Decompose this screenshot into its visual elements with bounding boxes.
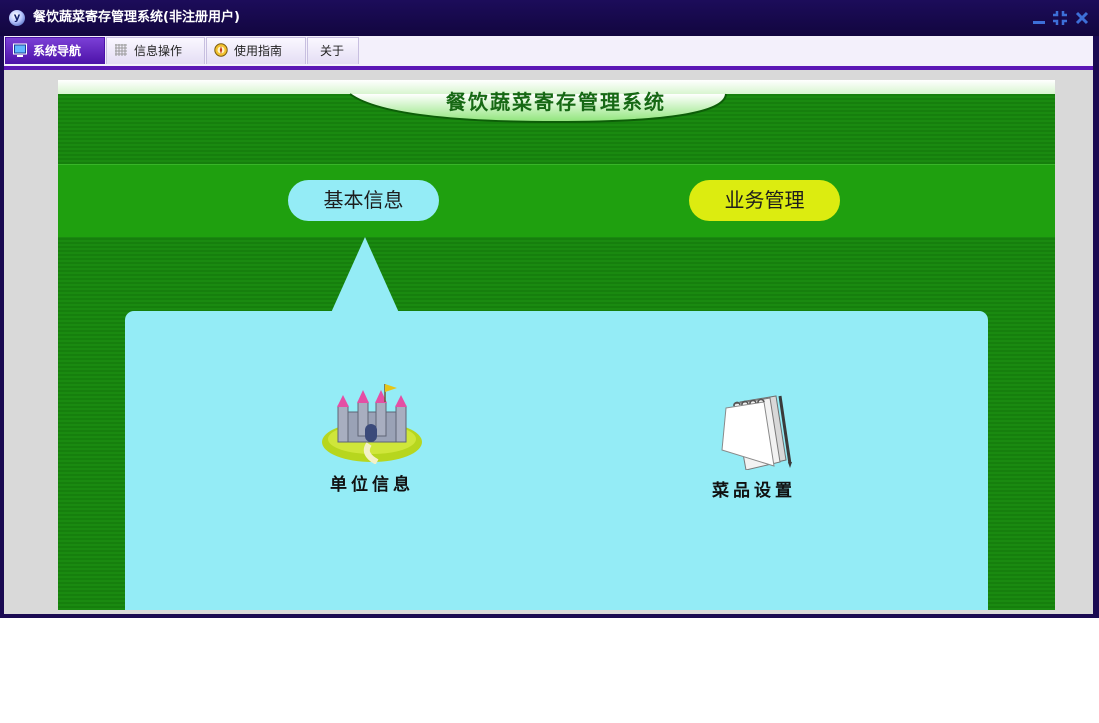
tab-label: 系统导航: [33, 44, 82, 58]
unit-info-item[interactable]: 单位信息: [292, 382, 452, 495]
title-bar: y 餐饮蔬菜寄存管理系统(非注册用户): [0, 0, 1099, 36]
callout-box: [125, 311, 988, 610]
tab-label: 信息操作: [134, 44, 183, 58]
tab-label: 使用指南: [234, 44, 283, 58]
minimize-icon[interactable]: [1031, 10, 1047, 26]
tab-label: 关于: [320, 44, 345, 58]
monitor-icon: [13, 40, 27, 57]
castle-icon: [322, 384, 422, 464]
banner-title: 餐饮蔬菜寄存管理系统: [446, 90, 666, 114]
restore-icon[interactable]: [1052, 10, 1068, 26]
tab-about[interactable]: 关于: [307, 37, 359, 64]
dish-settings-item[interactable]: 菜品设置: [674, 392, 834, 501]
tab-user-guide[interactable]: 使用指南: [206, 37, 306, 64]
tab-system-nav[interactable]: 系统导航: [5, 37, 105, 64]
unit-info-label: 单位信息: [330, 475, 414, 495]
compass-icon: [214, 40, 228, 57]
tab-bar: 系统导航 信息操作 使用指南 关于: [4, 36, 1093, 66]
navigation-panel: 餐饮蔬菜寄存管理系统 基本信息 业务管理 单位信息 菜品设置: [58, 80, 1055, 610]
callout-pointer: [330, 237, 400, 315]
dish-settings-label: 菜品设置: [712, 481, 796, 501]
close-icon[interactable]: [1074, 10, 1090, 26]
app-window: y 餐饮蔬菜寄存管理系统(非注册用户) 系统导航 信息操作 使用指南 关于 餐饮…: [0, 0, 1099, 618]
nav-band: [58, 164, 1055, 237]
grid-icon: [114, 40, 128, 56]
tab-info-ops[interactable]: 信息操作: [106, 37, 205, 64]
notepad-icon: [721, 395, 792, 470]
app-logo-icon: y: [9, 10, 25, 26]
window-title: 餐饮蔬菜寄存管理系统(非注册用户): [33, 10, 240, 25]
basic-info-button[interactable]: 基本信息: [288, 180, 439, 221]
business-management-button[interactable]: 业务管理: [689, 180, 840, 221]
